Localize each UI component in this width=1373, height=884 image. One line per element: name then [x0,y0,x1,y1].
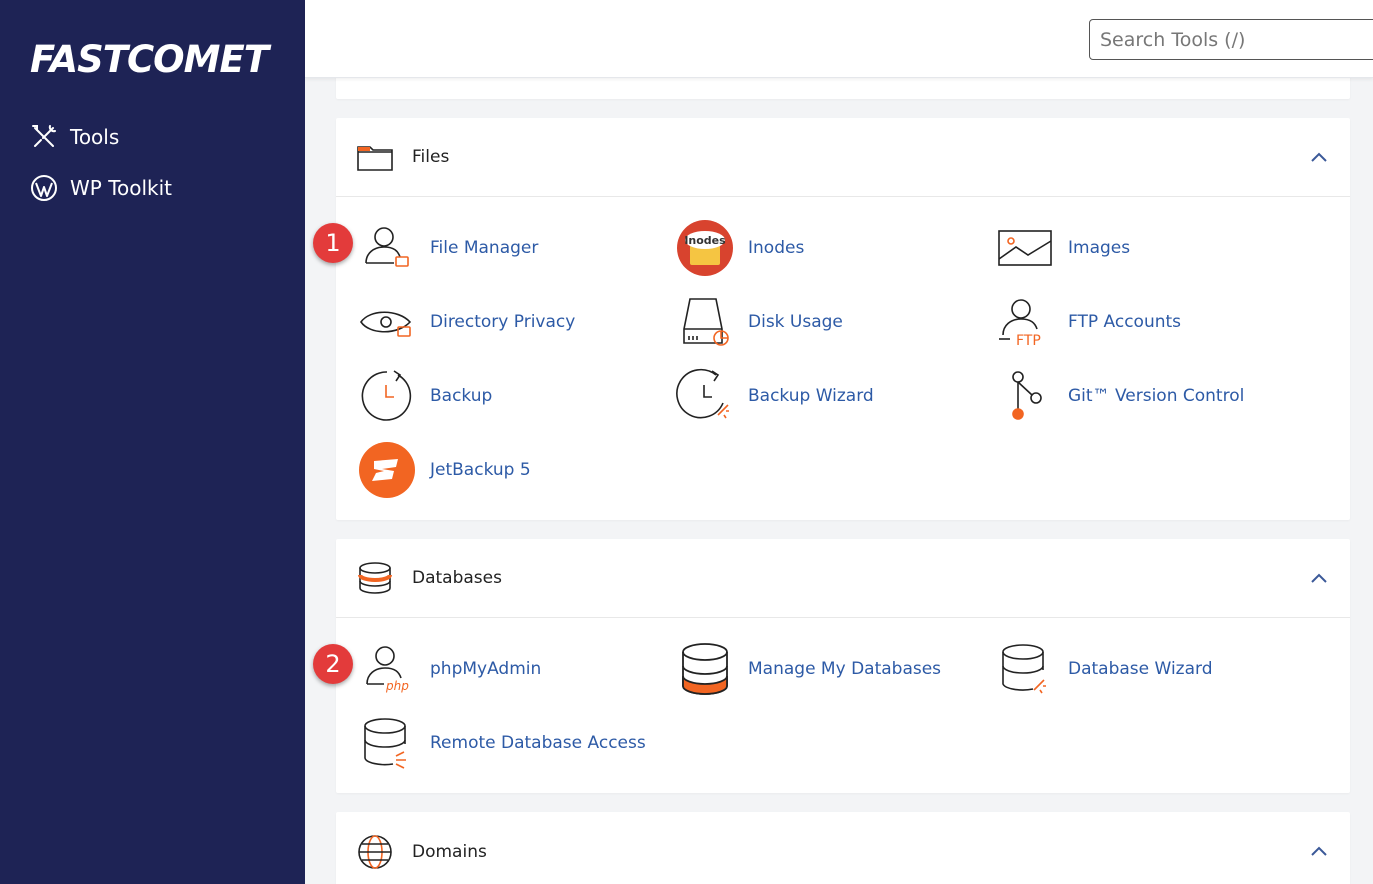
php-icon-text: php [385,679,409,693]
file-manager-icon [365,227,409,267]
tool-label: Backup [430,386,493,406]
tool-label: phpMyAdmin [430,659,542,679]
tool-label: Disk Usage [748,312,843,332]
domains-section: Domains [336,812,1350,884]
inodes-icon: Inodes [677,220,733,276]
tool-directory-privacy[interactable]: Directory Privacy [356,291,575,353]
tool-images[interactable]: Images [994,217,1130,279]
chevron-up-icon[interactable] [1310,845,1328,857]
tool-backup[interactable]: Backup [356,365,492,427]
globe-icon [358,834,392,869]
section-title: Databases [412,568,502,588]
tool-inodes[interactable]: Inodes Inodes [674,217,804,279]
remote-database-icon [364,718,406,769]
sidebar-item-label: Tools [70,125,120,149]
tool-label: Manage My Databases [748,659,942,679]
tool-label: Inodes [748,238,805,258]
domains-section-header[interactable]: Domains [336,812,1350,884]
chevron-up-icon[interactable] [1310,572,1328,584]
tool-label: FTP Accounts [1068,312,1182,332]
chevron-up-icon[interactable] [1310,151,1328,163]
tools-icon [32,125,56,147]
annotation-badge-1: 1 [313,223,353,263]
backup-icon [361,370,412,421]
search-tools-input[interactable] [1089,19,1373,60]
images-icon [998,230,1052,266]
top-header [305,0,1373,78]
backup-wizard-icon [676,368,729,419]
tool-label: JetBackup 5 [430,460,531,480]
sidebar-item-label: WP Toolkit [70,176,173,200]
tool-git-version-control[interactable]: Git™ Version Control [994,365,1244,427]
files-section-header[interactable]: Files [336,118,1350,197]
folder-icon [357,146,393,171]
fastcomet-logo[interactable]: FASTCOMET [30,38,269,81]
tool-phpmyadmin[interactable]: php phpMyAdmin [356,638,541,700]
inodes-icon-text: Inodes [684,234,726,247]
wordpress-icon [31,175,57,201]
tool-label: File Manager [430,238,539,258]
section-title: Domains [412,841,487,862]
tool-label: Git™ Version Control [1068,386,1245,406]
tool-file-manager[interactable]: File Manager [356,217,538,279]
tool-label: Database Wizard [1068,659,1213,679]
tool-manage-my-databases[interactable]: Manage My Databases [674,638,941,700]
databases-section: Databases php phpMyAdmin Manage My Datab… [336,539,1350,793]
tool-ftp-accounts[interactable]: FTP FTP Accounts [994,291,1181,353]
database-icon [358,562,392,594]
svg-text:FTP: FTP [1016,333,1041,349]
jetbackup-icon [359,442,415,498]
directory-privacy-icon [360,311,412,337]
tool-disk-usage[interactable]: Disk Usage [674,291,843,353]
tool-label: Backup Wizard [748,386,874,406]
git-icon [1012,371,1042,420]
databases-section-header[interactable]: Databases [336,539,1350,618]
sidebar-item-tools[interactable]: Tools [30,123,119,151]
manage-databases-icon [682,643,728,695]
ftp-accounts-icon: FTP [999,299,1041,349]
annotation-badge-2: 2 [313,644,353,684]
sidebar: FASTCOMET Tools WP Toolkit [0,0,305,884]
tool-backup-wizard[interactable]: Backup Wizard [674,365,874,427]
tool-label: Directory Privacy [430,312,576,332]
files-section: Files File Manager Inodes Inodes Images … [336,118,1350,520]
tool-database-wizard[interactable]: Database Wizard [994,638,1213,700]
disk-usage-icon [683,298,729,346]
tool-label: Images [1068,238,1131,258]
phpmyadmin-icon: php [366,646,409,693]
tool-remote-database-access[interactable]: Remote Database Access [356,712,646,774]
sidebar-item-wp-toolkit[interactable]: WP Toolkit [30,174,172,202]
section-title: Files [412,147,450,167]
tool-label: Remote Database Access [430,733,646,753]
database-wizard-icon [1002,644,1046,694]
tool-jetbackup-5[interactable]: JetBackup 5 [356,439,531,501]
